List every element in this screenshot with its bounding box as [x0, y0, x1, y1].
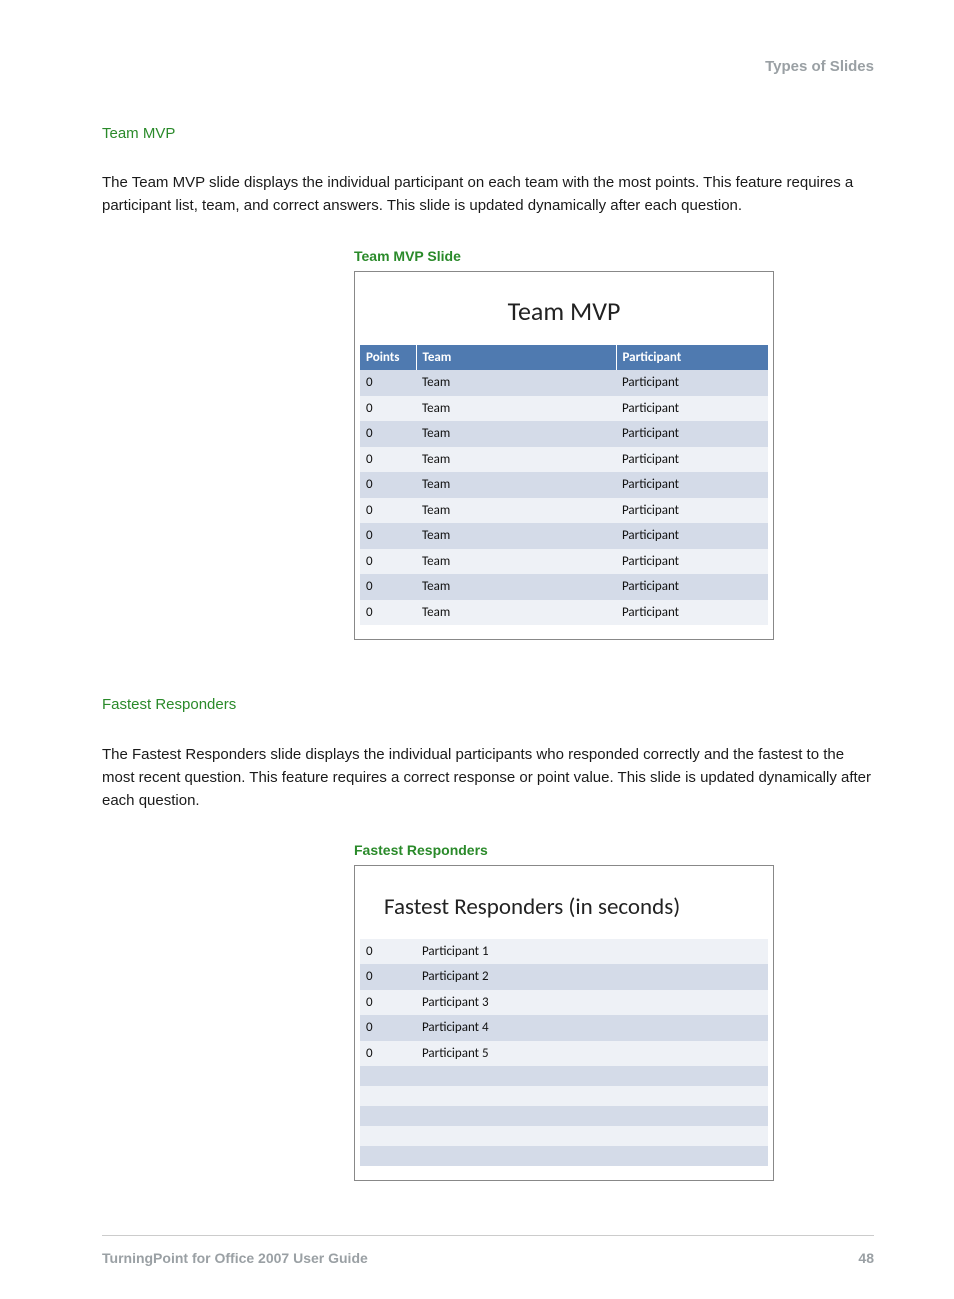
figure-team-mvp: Team MVP Slide Team MVP Points Team Part…: [354, 246, 774, 641]
footer-title: TurningPoint for Office 2007 User Guide: [102, 1248, 368, 1269]
cell-participant: Participant: [616, 421, 768, 447]
cell-team: Team: [416, 472, 616, 498]
cell-participant: Participant: [616, 472, 768, 498]
figure-caption-team-mvp: Team MVP Slide: [354, 246, 774, 267]
table-header-participant: Participant: [616, 345, 768, 371]
cell-team: Team: [416, 447, 616, 473]
table-row: 0Participant 3: [360, 990, 768, 1016]
cell-points: 0: [360, 370, 416, 396]
cell-points: 0: [360, 498, 416, 524]
table-header-points: Points: [360, 345, 416, 371]
cell-participant: [416, 1146, 768, 1166]
cell-points: 0: [360, 600, 416, 626]
cell-participant: Participant 4: [416, 1015, 768, 1041]
table-row: 0Participant 4: [360, 1015, 768, 1041]
table-header-row: Points Team Participant: [360, 345, 768, 371]
figure-fastest-responders: Fastest Responders Fastest Responders (i…: [354, 840, 774, 1181]
cell-points: 0: [360, 472, 416, 498]
cell-seconds: 0: [360, 1015, 416, 1041]
cell-team: Team: [416, 600, 616, 626]
page-header-topic: Types of Slides: [102, 56, 874, 79]
table-row: 0TeamParticipant: [360, 447, 768, 473]
cell-participant: Participant: [616, 447, 768, 473]
cell-team: Team: [416, 549, 616, 575]
cell-participant: Participant 5: [416, 1041, 768, 1067]
cell-seconds: 0: [360, 1041, 416, 1067]
table-row: 0Participant 2: [360, 964, 768, 990]
table-header-team: Team: [416, 345, 616, 371]
slide-preview-team-mvp: Team MVP Points Team Participant 0TeamPa…: [354, 271, 774, 641]
table-row: 0Participant 1: [360, 939, 768, 965]
cell-participant: Participant: [616, 574, 768, 600]
slide-title-team-mvp: Team MVP: [360, 292, 768, 331]
table-row: [360, 1106, 768, 1126]
table-row: [360, 1146, 768, 1166]
cell-seconds: [360, 1066, 416, 1086]
cell-team: Team: [416, 498, 616, 524]
footer-page-number: 48: [858, 1248, 874, 1269]
cell-points: 0: [360, 396, 416, 422]
cell-seconds: 0: [360, 990, 416, 1016]
cell-participant: Participant 3: [416, 990, 768, 1016]
cell-participant: Participant: [616, 600, 768, 626]
table-row: 0Participant 5: [360, 1041, 768, 1067]
cell-team: Team: [416, 370, 616, 396]
cell-participant: Participant: [616, 370, 768, 396]
table-row: 0TeamParticipant: [360, 472, 768, 498]
cell-seconds: [360, 1126, 416, 1146]
section-paragraph-team-mvp: The Team MVP slide displays the individu…: [102, 171, 874, 218]
table-row: 0TeamParticipant: [360, 396, 768, 422]
fastest-responders-table: 0Participant 1 0Participant 2 0Participa…: [360, 939, 768, 1167]
cell-team: Team: [416, 574, 616, 600]
cell-participant: [416, 1126, 768, 1146]
cell-points: 0: [360, 447, 416, 473]
cell-points: 0: [360, 574, 416, 600]
cell-team: Team: [416, 421, 616, 447]
table-row: [360, 1086, 768, 1106]
cell-participant: [416, 1066, 768, 1086]
cell-team: Team: [416, 396, 616, 422]
slide-title-fastest-responders: Fastest Responders (in seconds): [384, 890, 768, 925]
cell-seconds: [360, 1146, 416, 1166]
section-heading-fastest-responders: Fastest Responders: [102, 694, 874, 717]
cell-participant: Participant: [616, 549, 768, 575]
team-mvp-table: Points Team Participant 0TeamParticipant…: [360, 345, 768, 626]
cell-participant: Participant: [616, 498, 768, 524]
cell-points: 0: [360, 421, 416, 447]
cell-participant: [416, 1106, 768, 1126]
cell-participant: Participant: [616, 396, 768, 422]
figure-caption-fastest-responders: Fastest Responders: [354, 840, 774, 861]
cell-seconds: 0: [360, 939, 416, 965]
table-row: 0TeamParticipant: [360, 549, 768, 575]
cell-participant: Participant 2: [416, 964, 768, 990]
slide-preview-fastest-responders: Fastest Responders (in seconds) 0Partici…: [354, 865, 774, 1181]
table-row: 0TeamParticipant: [360, 498, 768, 524]
section-paragraph-fastest-responders: The Fastest Responders slide displays th…: [102, 743, 874, 813]
cell-participant: Participant: [616, 523, 768, 549]
table-row: 0TeamParticipant: [360, 523, 768, 549]
table-row: 0TeamParticipant: [360, 574, 768, 600]
table-row: 0TeamParticipant: [360, 600, 768, 626]
page-footer: TurningPoint for Office 2007 User Guide …: [102, 1235, 874, 1269]
cell-points: 0: [360, 523, 416, 549]
cell-participant: [416, 1086, 768, 1106]
table-row: [360, 1066, 768, 1086]
cell-seconds: 0: [360, 964, 416, 990]
section-heading-team-mvp: Team MVP: [102, 123, 874, 146]
table-row: 0TeamParticipant: [360, 370, 768, 396]
table-row: 0TeamParticipant: [360, 421, 768, 447]
cell-team: Team: [416, 523, 616, 549]
cell-participant: Participant 1: [416, 939, 768, 965]
cell-seconds: [360, 1106, 416, 1126]
cell-seconds: [360, 1086, 416, 1106]
table-row: [360, 1126, 768, 1146]
cell-points: 0: [360, 549, 416, 575]
